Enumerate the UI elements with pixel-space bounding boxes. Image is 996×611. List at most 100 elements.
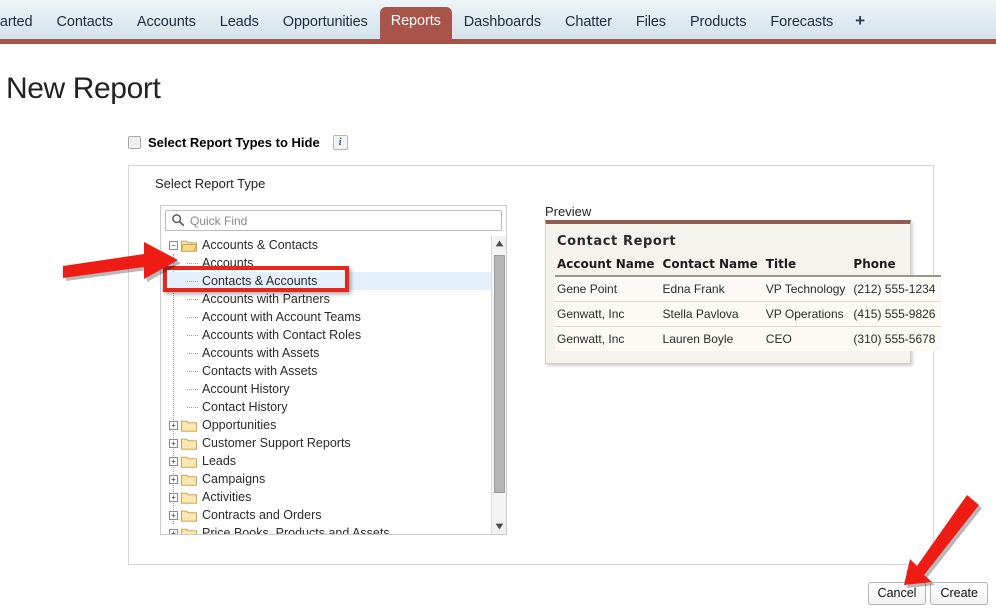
tree-node-label: Account with Account Teams	[202, 310, 361, 324]
tree-item[interactable]: Accounts with Contact Roles	[161, 326, 491, 344]
add-tab-icon[interactable]: +	[845, 11, 875, 39]
tree-item[interactable]: Contacts & Accounts	[161, 272, 491, 290]
tree-folder[interactable]: + Activities	[161, 488, 491, 506]
tab-tarted[interactable]: tarted	[0, 14, 44, 40]
tab-accounts[interactable]: Accounts	[125, 14, 208, 40]
tree-connector	[187, 388, 198, 390]
tab-dashboards[interactable]: Dashboards	[452, 14, 553, 40]
preview-column-header: Contact Name	[660, 257, 764, 277]
preview-panel: Contact Report Account Name Contact Name T…	[545, 220, 942, 364]
preview-cell: (415) 555-9826	[851, 301, 942, 327]
tree-item[interactable]: Account History	[161, 380, 491, 398]
tree-node-label: Leads	[202, 454, 237, 468]
tree-folder[interactable]: + Customer Support Reports	[161, 434, 491, 452]
tab-reports[interactable]: Reports	[379, 6, 452, 39]
preview-cell: VP Operations	[763, 301, 852, 327]
tab-chatter[interactable]: Chatter	[553, 14, 624, 40]
tree-item[interactable]: Contact History	[161, 398, 491, 416]
preview-cell: Gene Point	[555, 276, 661, 302]
expand-toggle-icon[interactable]: +	[169, 528, 178, 534]
tab-leads[interactable]: Leads	[208, 14, 271, 40]
tree-folder[interactable]: + Contracts and Orders	[161, 506, 491, 524]
tree-item[interactable]: Accounts	[161, 254, 491, 272]
create-button[interactable]: Create	[930, 582, 988, 606]
tab-contacts[interactable]: Contacts	[44, 14, 124, 40]
preview-cell: Genwatt, Inc	[555, 301, 661, 327]
tab-list: tartedContactsAccountsLeadsOpportunities…	[0, 0, 875, 39]
folder-closed-icon	[181, 456, 197, 468]
preview-column-header: Title	[763, 257, 852, 277]
tab-opportunities[interactable]: Opportunities	[271, 14, 380, 40]
scroll-up-arrow-icon[interactable]	[492, 236, 506, 251]
preview-table: Account Name Contact Name Title Phone Gene …	[555, 257, 942, 351]
tree-connector	[187, 262, 198, 264]
tree-item[interactable]: Accounts with Partners	[161, 290, 491, 308]
tree-item[interactable]: Account with Account Teams	[161, 308, 491, 326]
tab-files[interactable]: Files	[624, 14, 678, 40]
info-icon[interactable]: i	[332, 135, 348, 150]
expand-toggle-icon[interactable]: +	[169, 420, 178, 430]
quick-find-wrap	[165, 210, 502, 231]
tree-node-label: Account History	[202, 382, 290, 396]
tree-folder[interactable]: + Opportunities	[161, 416, 491, 434]
hide-report-types-checkbox[interactable]	[128, 136, 141, 149]
scroll-down-arrow-icon[interactable]	[492, 519, 506, 534]
preview-table-body: Gene Point Edna Frank VP Technology (212) 5…	[555, 276, 942, 351]
hide-report-types-label: Select Report Types to Hide	[148, 135, 320, 150]
tree-node-label: Activities	[202, 490, 252, 504]
expand-toggle-icon[interactable]: +	[169, 474, 178, 484]
collapse-toggle-icon[interactable]: −	[169, 240, 178, 250]
tree-item[interactable]: Accounts with Assets	[161, 344, 491, 362]
preview-table-header-row: Account Name Contact Name Title Phone	[555, 257, 942, 277]
preview-cell: Stella Pavlova	[660, 301, 764, 327]
form-action-buttons: Cancel Create	[867, 582, 988, 606]
quick-find-input[interactable]	[165, 210, 502, 231]
report-type-tree: − Accounts & Contacts Accounts Contacts & A…	[161, 236, 491, 534]
tree-item[interactable]: Contacts with Assets	[161, 362, 491, 380]
tree-connector	[187, 406, 198, 408]
tree-connector	[187, 370, 198, 372]
expand-toggle-icon[interactable]: +	[169, 510, 178, 520]
preview-cell: CEO	[763, 326, 852, 351]
tree-folder[interactable]: + Leads	[161, 452, 491, 470]
select-report-type-label: Select Report Type	[155, 176, 266, 191]
tree-node-label: Contracts and Orders	[202, 508, 322, 522]
folder-closed-icon	[181, 510, 197, 522]
preview-cell: VP Technology	[763, 276, 852, 302]
tree-connector	[187, 280, 198, 282]
expand-toggle-icon[interactable]: +	[169, 438, 178, 448]
tree-node-label: Campaigns	[202, 472, 266, 486]
tree-node-label: Opportunities	[202, 418, 277, 432]
folder-closed-icon	[181, 528, 197, 534]
scrollbar-thumb[interactable]	[494, 255, 505, 493]
tree-node-label: Accounts & Contacts	[202, 238, 319, 252]
report-type-tree-scroll: − Accounts & Contacts Accounts Contacts & A…	[161, 236, 506, 534]
tab-forecasts[interactable]: Forecasts	[758, 14, 845, 40]
tree-connector	[187, 352, 198, 354]
tree-node-label: Accounts with Partners	[202, 292, 330, 306]
cancel-button[interactable]: Cancel	[867, 582, 927, 606]
tree-vertical-scrollbar[interactable]	[491, 236, 506, 534]
tree-node-label: Contacts & Accounts	[202, 274, 318, 288]
report-type-tree-box: − Accounts & Contacts Accounts Contacts & A…	[160, 205, 507, 535]
expand-toggle-icon[interactable]: +	[169, 456, 178, 466]
preview-cell: Lauren Boyle	[660, 326, 764, 351]
page-title: New Report	[6, 72, 161, 105]
tree-folder[interactable]: + Campaigns	[161, 470, 491, 488]
global-tab-bar: tartedContactsAccountsLeadsOpportunities…	[0, 0, 996, 44]
preview-report-title: Contact Report	[557, 234, 677, 249]
preview-column-header: Phone	[851, 257, 942, 277]
tree-connector	[187, 334, 198, 336]
preview-column-header: Account Name	[555, 257, 661, 277]
tree-folder[interactable]: + Price Books, Products and Assets	[161, 524, 491, 534]
tree-node-label: Accounts with Contact Roles	[202, 328, 362, 342]
tab-products[interactable]: Products	[678, 14, 758, 40]
folder-closed-icon	[181, 492, 197, 504]
tree-folder[interactable]: − Accounts & Contacts	[161, 236, 491, 254]
tree-node-label: Price Books, Products and Assets	[202, 526, 390, 534]
tree-node-label: Customer Support Reports	[202, 436, 351, 450]
preview-cell: (310) 555-5678	[851, 326, 942, 351]
expand-toggle-icon[interactable]: +	[169, 492, 178, 502]
select-report-types-to-hide-row: Select Report Types to Hide i	[128, 135, 348, 150]
preview-table-row: Genwatt, Inc Lauren Boyle CEO (310) 555-567…	[555, 326, 942, 351]
